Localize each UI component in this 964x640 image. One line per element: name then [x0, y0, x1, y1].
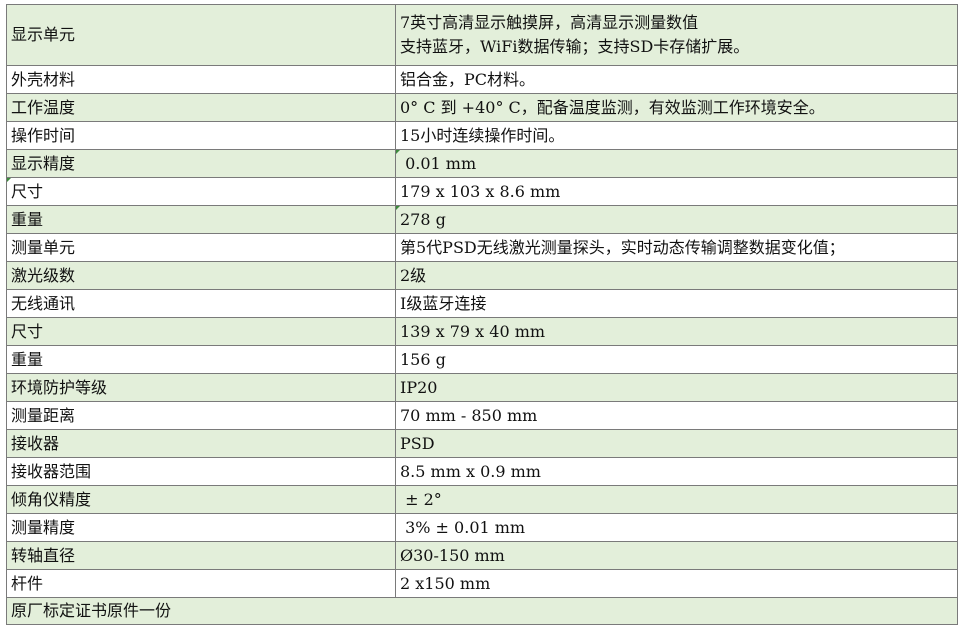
spec-row: 重量 278 g [6, 205, 958, 234]
spec-label: 测量精度 [6, 513, 396, 542]
spec-label: 工作温度 [6, 93, 396, 122]
spec-value-line: 支持蓝牙，WiFi数据传输；支持SD卡存储扩展。 [400, 37, 750, 56]
spec-row: 尺寸 139 x 79 x 40 mm [6, 317, 958, 346]
spec-value-line: 7英寸高清显示触摸屏，高清显示测量数值 [400, 13, 699, 32]
spec-row: 接收器范围 8.5 mm x 0.9 mm [6, 457, 958, 486]
footer-note: 原厂标定证书原件一份 [6, 597, 958, 625]
spec-row: 操作时间 15小时连续操作时间。 [6, 121, 958, 150]
spec-label: 重量 [6, 345, 396, 374]
spec-table: 显示单元 7英寸高清显示触摸屏，高清显示测量数值支持蓝牙，WiFi数据传输；支持S… [6, 4, 958, 625]
spec-value: 2 x150 mm [395, 569, 958, 598]
spec-value: 70 mm - 850 mm [395, 401, 958, 430]
spec-label: 接收器范围 [6, 457, 396, 486]
spec-label: 杆件 [6, 569, 396, 598]
spec-row: 杆件 2 x150 mm [6, 569, 958, 598]
spec-row: 尺寸 179 x 103 x 8.6 mm [6, 177, 958, 206]
spec-label: 尺寸 [6, 317, 396, 346]
spec-label: 倾角仪精度 [6, 485, 396, 514]
spec-label: 无线通讯 [6, 289, 396, 318]
spec-row: 接收器 PSD [6, 429, 958, 458]
spec-row: 测量精度 3% ± 0.01 mm [6, 513, 958, 542]
spec-value: 铝合金，PC材料。 [395, 65, 958, 94]
spec-label: 测量距离 [6, 401, 396, 430]
spec-value: I级蓝牙连接 [395, 289, 958, 318]
spec-row: 倾角仪精度 ± 2° [6, 485, 958, 514]
footer-row: 原厂标定证书原件一份 [6, 597, 958, 625]
spec-value: 139 x 79 x 40 mm [395, 317, 958, 346]
spec-label: 接收器 [6, 429, 396, 458]
spec-row: 工作温度 0° C 到 +40° C，配备温度监测，有效监测工作环境安全。 [6, 93, 958, 122]
spec-row: 激光级数 2级 [6, 261, 958, 290]
spec-label: 显示单元 [6, 4, 396, 66]
spec-value: 8.5 mm x 0.9 mm [395, 457, 958, 486]
spec-value: 7英寸高清显示触摸屏，高清显示测量数值支持蓝牙，WiFi数据传输；支持SD卡存储… [395, 4, 958, 66]
spec-row: 测量单元 第5代PSD无线激光测量探头，实时动态传输调整数据变化值； [6, 233, 958, 262]
spec-value: 0.01 mm [395, 149, 958, 178]
spec-label: 外壳材料 [6, 65, 396, 94]
spec-row: 外壳材料 铝合金，PC材料。 [6, 65, 958, 94]
spec-label: 激光级数 [6, 261, 396, 290]
spec-label: 显示精度 [6, 149, 396, 178]
spec-value: Ø30-150 mm [395, 541, 958, 570]
spec-row: 重量 156 g [6, 345, 958, 374]
spec-row: 无线通讯 I级蓝牙连接 [6, 289, 958, 318]
spec-value: 0° C 到 +40° C，配备温度监测，有效监测工作环境安全。 [395, 93, 958, 122]
spec-value: 278 g [395, 205, 958, 234]
spec-value: ± 2° [395, 485, 958, 514]
spec-row: 环境防护等级 IP20 [6, 373, 958, 402]
spec-value: 156 g [395, 345, 958, 374]
spec-value: 3% ± 0.01 mm [395, 513, 958, 542]
spec-label: 环境防护等级 [6, 373, 396, 402]
spec-row: 显示精度 0.01 mm [6, 149, 958, 178]
spec-label: 操作时间 [6, 121, 396, 150]
spec-value: IP20 [395, 373, 958, 402]
spec-row: 转轴直径 Ø30-150 mm [6, 541, 958, 570]
spec-value: 第5代PSD无线激光测量探头，实时动态传输调整数据变化值； [395, 233, 958, 262]
spec-value: 179 x 103 x 8.6 mm [395, 177, 958, 206]
spec-value: PSD [395, 429, 958, 458]
spec-label: 转轴直径 [6, 541, 396, 570]
spec-row: 测量距离 70 mm - 850 mm [6, 401, 958, 430]
spec-value: 2级 [395, 261, 958, 290]
spec-row: 显示单元 7英寸高清显示触摸屏，高清显示测量数值支持蓝牙，WiFi数据传输；支持S… [6, 4, 958, 66]
spec-label: 测量单元 [6, 233, 396, 262]
spec-value: 15小时连续操作时间。 [395, 121, 958, 150]
spec-label: 重量 [6, 205, 396, 234]
spec-label: 尺寸 [6, 177, 396, 206]
